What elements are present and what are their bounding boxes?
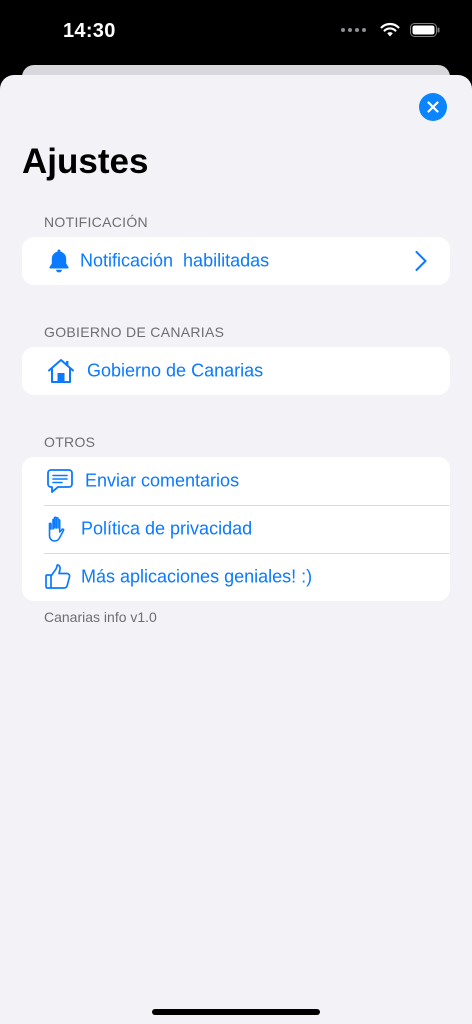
version-label: Canarias info v1.0 [44, 609, 157, 625]
notification-row[interactable]: Notificación habilitadas [22, 237, 450, 285]
privacy-label: Política de privacidad [81, 518, 253, 539]
wifi-icon [380, 22, 400, 37]
government-label: Gobierno de Canarias [87, 360, 264, 381]
notification-group: Notificación habilitadas [22, 237, 450, 285]
government-group: Gobierno de Canarias [22, 347, 450, 395]
chevron-right-icon [415, 251, 427, 271]
others-group: Enviar comentarios Política de privacida… [22, 457, 450, 601]
close-button[interactable] [419, 93, 447, 121]
status-bar: 14:30 [0, 0, 472, 64]
notification-label: Notificación habilitadas [80, 250, 270, 271]
page-title: Ajustes [22, 142, 149, 181]
section-header-government: GOBIERNO DE CANARIAS [44, 324, 225, 340]
feedback-row[interactable]: Enviar comentarios [22, 457, 450, 505]
status-indicators [341, 22, 440, 37]
signal-dots-icon [341, 27, 366, 32]
government-row[interactable]: Gobierno de Canarias [22, 347, 450, 395]
thumbs-up-icon [43, 562, 73, 592]
more-apps-label: Más aplicaciones geniales! :) [81, 566, 313, 587]
battery-icon [410, 22, 440, 37]
status-time: 14:30 [63, 20, 116, 42]
privacy-row[interactable]: Política de privacidad [22, 505, 450, 553]
hand-icon [43, 514, 73, 544]
feedback-label: Enviar comentarios [85, 470, 240, 491]
bell-icon [44, 246, 74, 276]
section-header-notification: NOTIFICACIÓN [44, 214, 148, 230]
close-icon [427, 101, 439, 113]
house-icon [46, 356, 76, 386]
more-apps-row[interactable]: Más aplicaciones geniales! :) [22, 553, 450, 601]
message-icon [45, 466, 75, 496]
section-header-others: OTROS [44, 434, 96, 450]
home-indicator[interactable] [152, 1009, 320, 1015]
